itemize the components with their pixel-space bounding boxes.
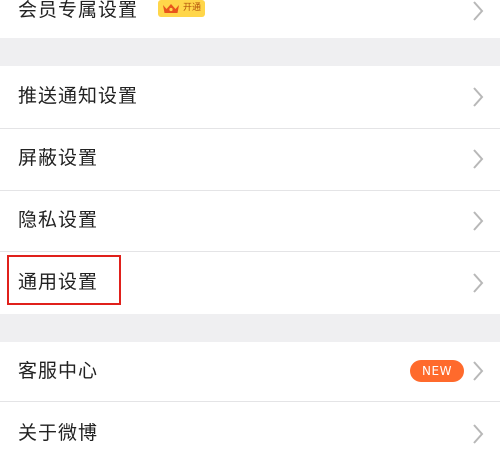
chevron-right-icon (473, 87, 484, 107)
settings-row-privacy-label: 隐私设置 (18, 209, 99, 231)
settings-row-push-label: 推送通知设置 (18, 85, 139, 107)
chevron-right-icon (473, 424, 484, 444)
chevron-right-icon (473, 211, 484, 231)
section-gap (0, 38, 500, 66)
settings-row-vip-label: 会员专属设置 (18, 0, 139, 21)
highlight-box (7, 255, 121, 305)
settings-row-about[interactable]: 关于微博 (0, 402, 500, 456)
chevron-right-icon (473, 149, 484, 169)
settings-row-privacy[interactable]: 隐私设置 (0, 191, 500, 251)
settings-row-vip[interactable]: 会员专属设置 开通 (0, 0, 500, 38)
chevron-right-icon (473, 273, 484, 293)
crown-icon (163, 4, 179, 13)
chevron-right-icon (473, 361, 484, 381)
settings-row-customer-service[interactable]: 客服中心 NEW (0, 342, 500, 401)
settings-row-block[interactable]: 屏蔽设置 (0, 129, 500, 190)
settings-row-push[interactable]: 推送通知设置 (0, 66, 500, 128)
chevron-right-icon (473, 1, 484, 21)
vip-badge-text: 开通 (183, 3, 202, 13)
settings-row-customer-service-label: 客服中心 (18, 360, 99, 382)
vip-badge: 开通 (158, 0, 206, 17)
settings-screen: 会员专属设置 开通 推送通知设置 屏蔽设置 隐私设置 通用设置 客服中心 NEW… (0, 0, 500, 456)
settings-row-about-label: 关于微博 (18, 422, 99, 444)
new-badge: NEW (410, 360, 464, 382)
section-gap (0, 314, 500, 342)
settings-row-block-label: 屏蔽设置 (18, 147, 99, 169)
